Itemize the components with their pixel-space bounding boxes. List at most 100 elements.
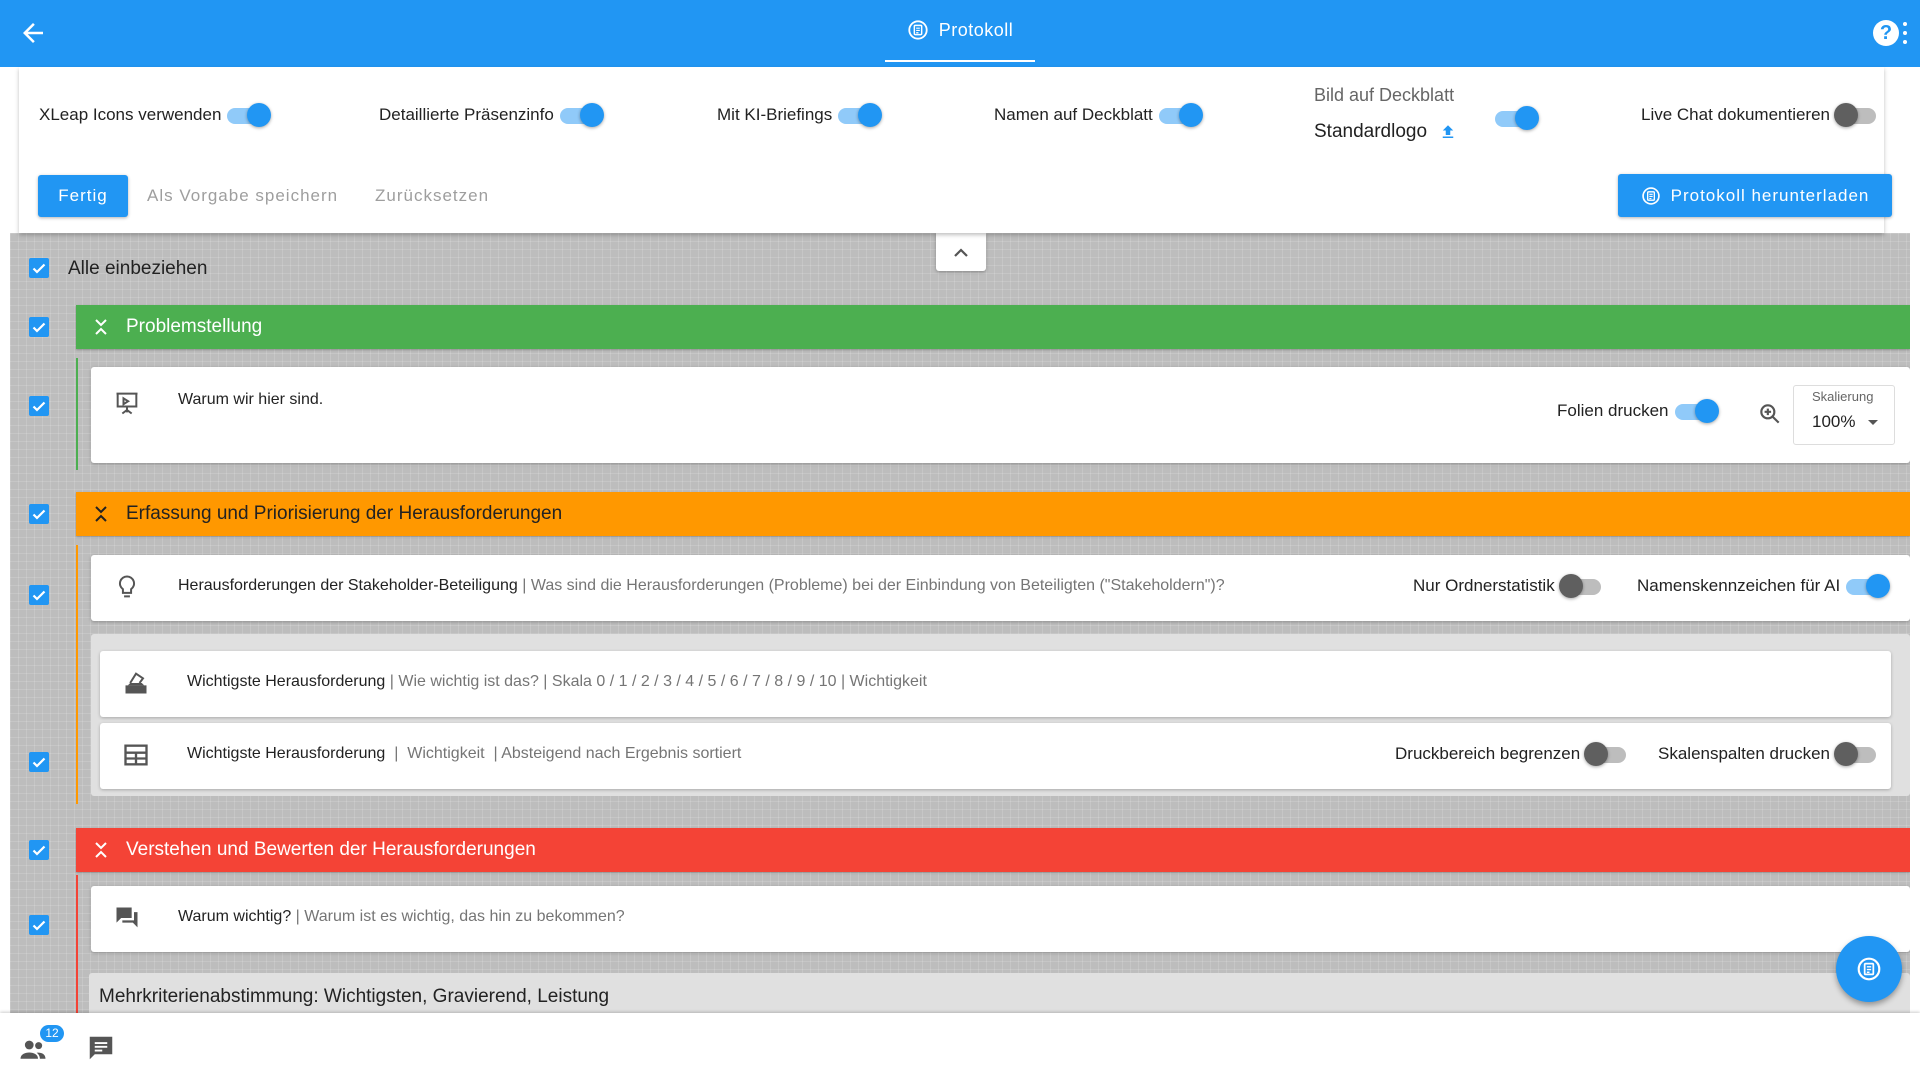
done-button[interactable]: Fertig: [38, 175, 128, 217]
dropdown-arrow-icon: [1868, 420, 1878, 425]
activity-subtitle: | Was sind die Herausforderungen (Proble…: [517, 577, 1225, 594]
phase-title: Erfassung und Priorisierung der Herausfo…: [126, 503, 563, 524]
unfold-icon[interactable]: [90, 316, 112, 338]
name-tags-option: Namenskennzeichen für AI: [1637, 574, 1891, 598]
zoom-in-icon[interactable]: [1757, 401, 1783, 427]
include-all-label: Alle einbeziehen: [68, 258, 208, 279]
cover-image-name: Standardlogo: [1314, 121, 1428, 142]
check-icon: [32, 757, 46, 768]
help-icon[interactable]: ?: [1873, 20, 1899, 46]
folder-stats-toggle[interactable]: [1558, 574, 1603, 598]
scale-columns-toggle[interactable]: [1834, 742, 1878, 766]
cover-image-label: Bild auf Deckblatt: [1314, 85, 1455, 105]
activity-title: Warum wichtig? | Warum ist es wichtig, d…: [178, 908, 625, 926]
check-icon: [32, 509, 46, 520]
upload-icon[interactable]: [1439, 122, 1457, 142]
download-label: Protokoll herunterladen: [1670, 185, 1870, 205]
activity-checkbox[interactable]: [29, 585, 49, 605]
bottom-bar: 12: [0, 1013, 1920, 1080]
collapse-panel-button[interactable]: [936, 233, 986, 271]
folder-stats-option: Nur Ordnerstatistik: [1413, 574, 1603, 598]
phase-checkbox[interactable]: [29, 840, 49, 860]
forum-icon: [116, 907, 138, 928]
scale-value: 100%: [1812, 412, 1856, 431]
save-template-button[interactable]: Als Vorgabe speichern: [147, 186, 338, 206]
limit-print-toggle[interactable]: [1584, 742, 1628, 766]
print-slides-option: Folien drucken: [1557, 399, 1719, 423]
ballot-icon: [125, 672, 147, 694]
scale-select[interactable]: Skalierung 100%: [1793, 385, 1895, 445]
cover-image-toggle[interactable]: [1495, 106, 1539, 130]
xleap-icons-toggle[interactable]: [227, 103, 272, 127]
unfold-icon[interactable]: [90, 503, 112, 525]
activity-subtitle: | Wichtigkeit | Absteigend nach Ergebnis…: [385, 745, 742, 762]
phase-title: Verstehen und Bewerten der Herausforderu…: [126, 839, 536, 860]
activity-subtitle: | Warum ist es wichtig, das hin zu bekom…: [291, 908, 625, 925]
activity-subtitle: | Wie wichtig ist das? | Skala 0 / 1 / 2…: [385, 673, 927, 690]
phase-line: [76, 875, 78, 1013]
names-cover-toggle[interactable]: [1158, 103, 1203, 127]
activity-title: Wichtigste Herausforderung | Wie wichtig…: [187, 673, 927, 691]
activity-name: Wichtigste Herausforderung: [187, 745, 386, 762]
participants-badge: 12: [40, 1025, 64, 1042]
name-tags-toggle[interactable]: [1846, 574, 1891, 598]
activity-header-multicriteria: Mehrkriterienabstimmung: Wichtigsten, Gr…: [89, 973, 1910, 1013]
option-label: Folien drucken: [1557, 401, 1669, 420]
option-label: Nur Ordnerstatistik: [1413, 576, 1555, 595]
phase-header-erfassung[interactable]: Erfassung und Priorisierung der Herausfo…: [76, 492, 1910, 536]
option-label: XLeap Icons verwenden: [39, 105, 222, 124]
activity-checkbox[interactable]: [29, 396, 49, 416]
protocol-settings-panel: XLeap Icons verwenden Detaillierte Präse…: [19, 67, 1892, 233]
activity-name: Warum wichtig?: [178, 908, 292, 925]
phase-line: [76, 358, 78, 470]
phase-line: [76, 545, 78, 804]
chevron-up-icon: [954, 248, 968, 257]
option-label: Skalenspalten drucken: [1658, 744, 1831, 763]
protocol-icon: [1857, 957, 1881, 981]
check-icon: [32, 920, 46, 931]
arrow-back-icon[interactable]: [18, 18, 48, 48]
table-icon: [124, 744, 148, 766]
option-label: Namenskennzeichen für AI: [1637, 576, 1841, 595]
tab-protokoll[interactable]: Protokoll: [885, 0, 1035, 62]
reset-button[interactable]: Zurücksetzen: [375, 186, 489, 206]
activity-checkbox[interactable]: [29, 752, 49, 772]
unfold-icon[interactable]: [90, 839, 112, 861]
print-slides-toggle[interactable]: [1674, 399, 1719, 423]
live-chat-toggle[interactable]: [1834, 103, 1878, 127]
activity-checkbox[interactable]: [29, 915, 49, 935]
activity-card-results: Wichtigste Herausforderung | Wichtigkeit…: [100, 723, 1891, 789]
ki-briefings-toggle[interactable]: [838, 103, 883, 127]
activity-card-brainstorm: Herausforderungen der Stakeholder-Beteil…: [91, 555, 1910, 621]
tab-label: Protokoll: [938, 19, 1014, 40]
scale-label: Skalierung: [1812, 389, 1874, 404]
activity-card-discussion: Warum wichtig? | Warum ist es wichtig, d…: [91, 886, 1910, 952]
activity-title: Mehrkriterienabstimmung: Wichtigsten, Gr…: [99, 986, 610, 1007]
check-icon: [32, 322, 46, 333]
activity-name: Wichtigste Herausforderung: [187, 673, 386, 690]
more-vert-icon[interactable]: [1902, 22, 1908, 44]
check-icon: [32, 401, 46, 412]
phase-checkbox[interactable]: [29, 317, 49, 337]
presence-info-toggle[interactable]: [559, 103, 604, 127]
option-names-cover: Namen auf Deckblatt: [994, 103, 1203, 127]
protocol-fab-button[interactable]: [1836, 936, 1902, 1002]
include-all-checkbox[interactable]: [29, 258, 49, 278]
phase-checkbox[interactable]: [29, 504, 49, 524]
activity-title: Herausforderungen der Stakeholder-Beteil…: [178, 577, 1225, 595]
option-label: Namen auf Deckblatt: [994, 105, 1153, 124]
option-live-chat: Live Chat dokumentieren: [1641, 103, 1878, 127]
phase-header-verstehen[interactable]: Verstehen und Bewerten der Herausforderu…: [76, 828, 1910, 872]
phase-header-problemstellung[interactable]: Problemstellung: [76, 305, 1910, 349]
presentation-icon: [116, 392, 138, 415]
activity-title: Wichtigste Herausforderung | Wichtigkeit…: [187, 745, 741, 763]
activity-card-presentation: Warum wir hier sind. Folien drucken Skal…: [91, 367, 1910, 463]
phase-title: Problemstellung: [126, 316, 263, 337]
download-protocol-button[interactable]: Protokoll herunterladen: [1618, 174, 1892, 217]
protocol-content-area: Alle einbeziehen Problemstellung Warum w…: [10, 233, 1910, 1013]
protocol-icon: [1641, 186, 1660, 205]
option-xleap-icons: XLeap Icons verwenden: [39, 103, 272, 127]
option-label: Mit KI-Briefings: [717, 105, 833, 124]
chat-icon[interactable]: [86, 1033, 116, 1063]
limit-print-option: Druckbereich begrenzen: [1395, 742, 1628, 766]
